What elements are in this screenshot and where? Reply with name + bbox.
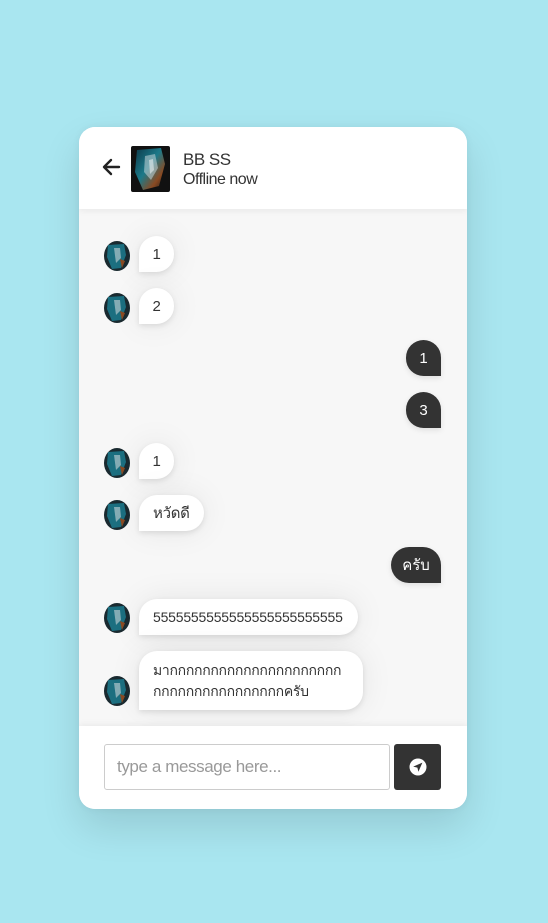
sender-avatar (104, 676, 130, 706)
message-composer (79, 726, 467, 809)
chat-window: BB SS Offline now 1 2 1 3 1 หวัดดี ครับ (79, 127, 467, 809)
sender-avatar (104, 603, 130, 633)
send-button[interactable] (394, 744, 441, 790)
message-input[interactable] (104, 744, 390, 790)
incoming-message: 1 (139, 443, 174, 479)
outgoing-message: ครับ (391, 547, 441, 583)
outgoing-message: 3 (406, 392, 441, 428)
sender-avatar (104, 293, 130, 323)
sender-avatar (104, 448, 130, 478)
sender-avatar (104, 241, 130, 271)
send-icon (409, 758, 426, 776)
incoming-message: 2 (139, 288, 174, 324)
contact-avatar[interactable] (131, 146, 170, 192)
sender-avatar (104, 500, 130, 530)
back-button[interactable] (101, 156, 123, 178)
outgoing-message: 1 (406, 340, 441, 376)
incoming-message: 5555555555555555555555555 (139, 599, 358, 635)
arrow-left-icon (102, 158, 121, 176)
incoming-message: 1 (139, 236, 174, 272)
contact-status: Offline now (183, 171, 258, 188)
chat-box[interactable]: 1 2 1 3 1 หวัดดี ครับ 555555555555555555… (79, 209, 467, 726)
incoming-message: มากกกกกกกกกกกกกกกกกกกกกกกกกกกกกกกกกกกกกค… (139, 651, 363, 710)
chat-header: BB SS Offline now (79, 127, 467, 209)
incoming-message: หวัดดี (139, 495, 204, 531)
contact-name: BB SS (183, 150, 231, 169)
